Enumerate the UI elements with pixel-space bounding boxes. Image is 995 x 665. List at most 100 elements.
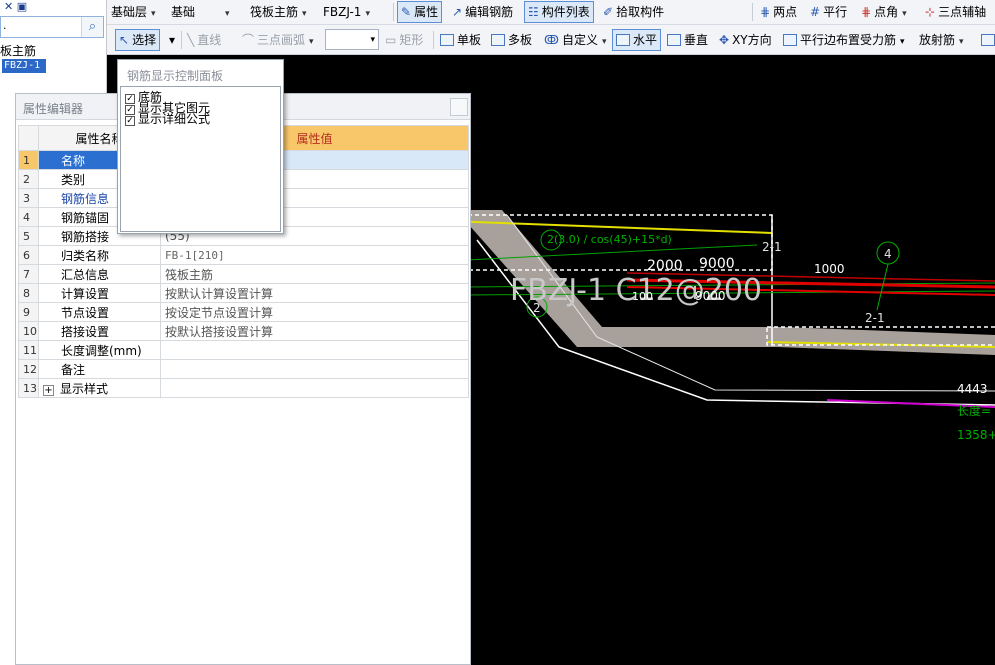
radial-rebar-button[interactable]: 放射筋 [919,28,964,52]
pick-component-button[interactable]: ✐ 拾取构件 [603,0,664,24]
more-icon [981,34,995,46]
property-name-text: 计算设置 [61,286,110,301]
select-button[interactable]: ↖ 选择 [115,29,161,51]
xy-direction-button[interactable]: ✥ XY方向 [719,28,772,52]
property-name[interactable]: 计算设置 [38,283,161,303]
custom-button[interactable]: ↂ 自定义 [544,28,607,52]
label-length: 长度= [957,403,991,418]
arc-label: 三点画弧 [257,33,306,47]
select-dropdown-arrow[interactable]: ▾ [169,28,175,52]
property-name[interactable]: 节点设置 [38,302,161,322]
property-value[interactable]: 按设定节点设置计算 [160,302,469,322]
property-name-text: 钢筋信息 [61,191,110,206]
property-value[interactable]: 按默认计算设置计算 [160,283,469,303]
row-number: 3 [18,188,39,208]
option-show-detailed-formula[interactable]: ✓ 显示详细公式 [125,113,210,126]
more-button[interactable] [981,28,995,52]
parallel-edge-button[interactable]: 平行边布置受力筋 ▾ [783,28,905,52]
arc-button[interactable]: ⌒ 三点画弧 [242,28,314,52]
property-row[interactable]: 6 归类名称 FB-1[210] [18,245,469,265]
edit-rebar-button[interactable]: ↗ 编辑钢筋 [452,0,513,24]
search-input[interactable]: . [3,19,7,32]
tree-node-selected[interactable]: FBZJ-1 [2,59,46,73]
floor-dropdown[interactable]: 基础层 [111,0,156,24]
property-name-text: 类别 [61,172,86,187]
edit-rebar-icon: ↗ [452,5,463,19]
label-4443: 4443 [957,382,988,396]
property-row[interactable]: 9 节点设置 按设定节点设置计算 [18,302,469,322]
horizontal-button[interactable]: 水平 [612,29,662,51]
property-row[interactable]: 11 长度调整(mm) [18,340,469,360]
xy-icon: ✥ [719,33,730,47]
two-point-icon: ⋕ [760,5,771,19]
draw-toolbar: ↖选择 ▾ ╲直线 ⌒三点画弧 ▾ ▭矩形 单板 多板 ↂ自定义 水平 垂直 ✥… [107,25,995,55]
property-value[interactable] [160,359,469,379]
floor-value: 基础层 [111,5,148,19]
component-list-button[interactable]: ☷ 构件列表 [524,1,594,23]
property-name[interactable]: 长度调整(mm) [38,340,161,360]
property-name[interactable]: 搭接设置 [38,321,161,341]
header-num-col [18,125,39,151]
dim-1000: 1000 [814,262,845,276]
element-dropdown[interactable]: FBZJ-1 [323,0,393,24]
tree-search-box[interactable]: . ⌕ [0,16,104,38]
dim-9000-b: 9000 [695,289,726,303]
property-row[interactable]: 10 搭接设置 按默认搭接设置计算 [18,321,469,341]
category-dropdown[interactable]: 基础 [171,0,243,24]
custom-label: 自定义 [561,33,598,47]
pick-icon: ✐ [603,5,614,19]
vertical-button[interactable]: 垂直 [667,28,708,52]
label-2-1-bottom: 2-1 [865,311,885,325]
three-point-aux-icon: ⊹ [925,5,936,19]
checkbox-icon[interactable]: ✓ [125,116,135,126]
two-point-button[interactable]: ⋕ 两点 [760,0,797,24]
three-point-aux-button[interactable]: ⊹ 三点辅轴 [925,0,986,24]
row-number: 11 [18,340,39,360]
arc-icon: ⌒ [242,33,255,47]
property-button[interactable]: ✎ 属性 [397,1,443,23]
property-row[interactable]: 12 备注 [18,359,469,379]
close-icon[interactable] [450,98,468,116]
multi-slab-label: 多板 [508,33,533,47]
tree-node-parent[interactable]: 板主筋 [0,42,36,59]
property-name[interactable]: 汇总信息 [38,264,161,284]
property-value[interactable] [160,378,469,398]
cursor-icon: ↖ [119,33,130,47]
property-row[interactable]: 13 + 显示样式 [18,378,469,398]
formula-label: 2(3.0) / cos(45)+15*d) [547,233,672,246]
single-slab-label: 单板 [457,33,482,47]
property-name[interactable]: 归类名称 [38,245,161,265]
point-angle-button[interactable]: ⋕ 点角 [861,0,907,24]
property-name[interactable]: + 显示样式 [38,378,161,398]
line-button[interactable]: ╲ 直线 [187,28,221,52]
shape-combo[interactable]: ▾ [325,29,379,50]
single-slab-button[interactable]: 单板 [440,28,481,52]
line-label: 直线 [197,33,222,47]
property-name[interactable]: 备注 [38,359,161,379]
type-dropdown[interactable]: 筏板主筋 [250,0,307,24]
rebar-panel-title: 钢筋显示控制面板 [127,69,224,83]
pick-component-label: 拾取构件 [616,5,665,19]
horizontal-label: 水平 [633,33,658,47]
dim-2000: 2000 [647,258,683,274]
property-name-text: 名称 [61,153,86,168]
row-number: 7 [18,264,39,284]
type-value: 筏板主筋 [250,5,299,19]
label-2: 2 [533,301,541,315]
custom-icon: ↂ [544,33,559,47]
property-value[interactable] [160,340,469,360]
toolbar-separator [181,31,182,49]
rect-label: 矩形 [399,33,424,47]
point-angle-label: 点角 [874,5,899,19]
multi-slab-button[interactable]: 多板 [491,28,532,52]
property-value[interactable]: FB-1[210] [160,245,469,265]
tree-toolbar-icons[interactable]: ✕ ▣ [4,0,27,13]
property-value[interactable]: 按默认搭接设置计算 [160,321,469,341]
parallel-button[interactable]: # 平行 [810,0,847,24]
search-icon[interactable]: ⌕ [81,17,103,37]
rect-button[interactable]: ▭ 矩形 [385,28,423,52]
property-value[interactable]: 筏板主筋 [160,264,469,284]
property-row[interactable]: 8 计算设置 按默认计算设置计算 [18,283,469,303]
expand-icon[interactable]: + [43,384,54,396]
property-row[interactable]: 7 汇总信息 筏板主筋 [18,264,469,284]
